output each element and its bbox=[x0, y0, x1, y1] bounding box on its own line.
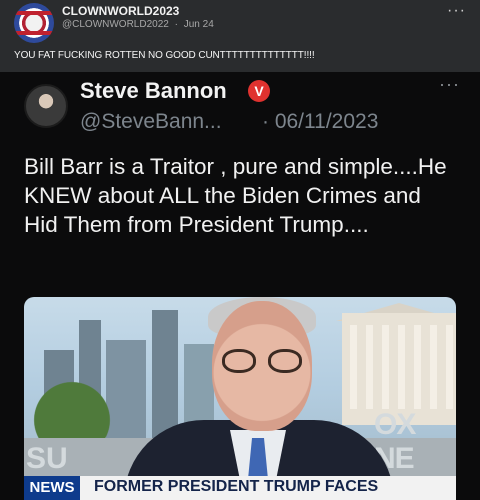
tweet-date: · 06/11/2023 bbox=[262, 110, 379, 133]
author-handle[interactable]: @CLOWNWORLD2022 bbox=[62, 19, 169, 30]
tweet-more-icon: ··· bbox=[439, 74, 460, 94]
more-options-icon[interactable]: ··· bbox=[447, 2, 466, 20]
news-image: SU OX NE NEWS FORMER PRESIDENT TRUMP FAC… bbox=[24, 297, 456, 500]
post-text: YOU FAT FUCKING ROTTEN NO GOOD CUNTTTTTT… bbox=[14, 50, 315, 61]
network-logo: NEWS bbox=[24, 476, 80, 500]
post-date[interactable]: Jun 24 bbox=[184, 19, 214, 30]
glasses-right bbox=[268, 349, 302, 373]
embedded-tweet-image[interactable]: Steve Bannon V @SteveBann... · 06/11/202… bbox=[0, 72, 480, 500]
chyron-text: FORMER PRESIDENT TRUMP FACES bbox=[94, 478, 379, 495]
meta-separator: · bbox=[174, 19, 178, 30]
background-text-left: SU bbox=[26, 442, 68, 475]
tweet-body: Bill Barr is a Traitor , pure and simple… bbox=[24, 154, 447, 237]
author-name[interactable]: CLOWNWORLD2023 bbox=[62, 4, 179, 18]
avatar[interactable] bbox=[14, 3, 54, 43]
glasses-left bbox=[222, 349, 256, 373]
tweet-avatar bbox=[24, 84, 68, 128]
tweet-author-name: Steve Bannon bbox=[80, 78, 227, 103]
post-meta: @CLOWNWORLD2022 · Jun 24 bbox=[62, 19, 217, 30]
verified-badge-icon: V bbox=[248, 80, 270, 102]
news-chyron: NEWS FORMER PRESIDENT TRUMP FACES bbox=[24, 476, 456, 500]
tweet-handle: @SteveBann... bbox=[80, 110, 222, 133]
post-header: CLOWNWORLD2023 @CLOWNWORLD2022 · Jun 24 … bbox=[0, 0, 480, 72]
